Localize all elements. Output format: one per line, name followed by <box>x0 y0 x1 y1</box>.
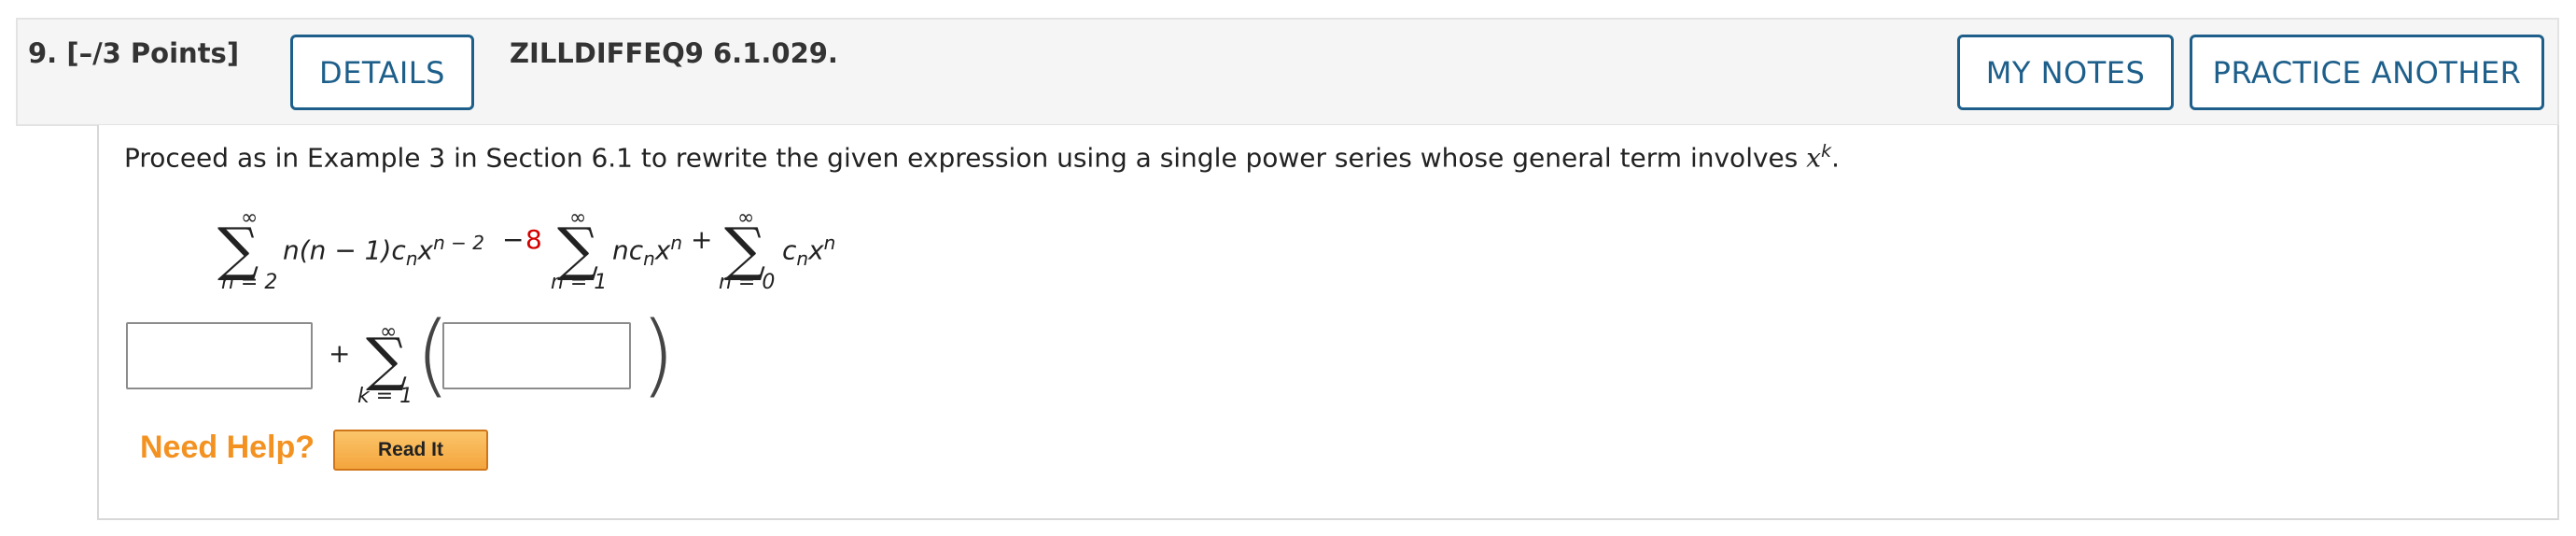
details-button[interactable]: DETAILS <box>290 35 474 110</box>
practice-another-button[interactable]: PRACTICE ANOTHER <box>2190 35 2544 110</box>
prompt-text: Proceed as in Example 3 in Section 6.1 t… <box>124 142 1799 174</box>
operator-plus: + <box>691 224 713 255</box>
answer-plus: + <box>329 338 351 369</box>
answer-sum-lower-limit: k = 1 <box>357 385 413 408</box>
sum3-lower-limit: n = 0 <box>719 271 776 294</box>
operator-minus: − <box>502 224 525 255</box>
sum2-lower-limit: n = 1 <box>551 271 608 294</box>
sum2-sigma-icon: ∑ <box>557 215 599 283</box>
sum1-lower-limit: n = 2 <box>221 271 278 294</box>
right-paren-icon: ) <box>640 303 676 407</box>
answer-input-leading-term[interactable] <box>126 322 313 389</box>
question-number: 9. <box>28 37 58 69</box>
points-label: [–/3 Points] <box>66 37 240 69</box>
prompt-period: . <box>1831 142 1840 174</box>
sum1-term: n(n − 1)cnxn − 2 <box>283 232 484 270</box>
answer-input-series-term[interactable] <box>442 322 631 389</box>
question-prompt: Proceed as in Example 3 in Section 6.1 t… <box>124 141 1840 173</box>
read-it-button[interactable]: Read It <box>333 430 488 471</box>
problem-code: ZILLDIFFEQ9 6.1.029. <box>510 37 838 69</box>
sum3-term: cnxn <box>782 232 836 270</box>
sum3-sigma-icon: ∑ <box>724 215 766 283</box>
coefficient-eight: 8 <box>525 224 542 255</box>
question-number-and-points: 9. [–/3 Points] <box>28 37 239 69</box>
sum1-sigma-icon: ∑ <box>217 215 259 283</box>
prompt-variable: x <box>1806 142 1822 174</box>
prompt-exponent: k <box>1821 141 1832 162</box>
my-notes-button[interactable]: MY NOTES <box>1957 35 2174 110</box>
need-help-label: Need Help? <box>140 430 315 465</box>
sum2-term: ncnxn <box>612 232 683 270</box>
answer-sigma-icon: ∑ <box>366 325 408 393</box>
